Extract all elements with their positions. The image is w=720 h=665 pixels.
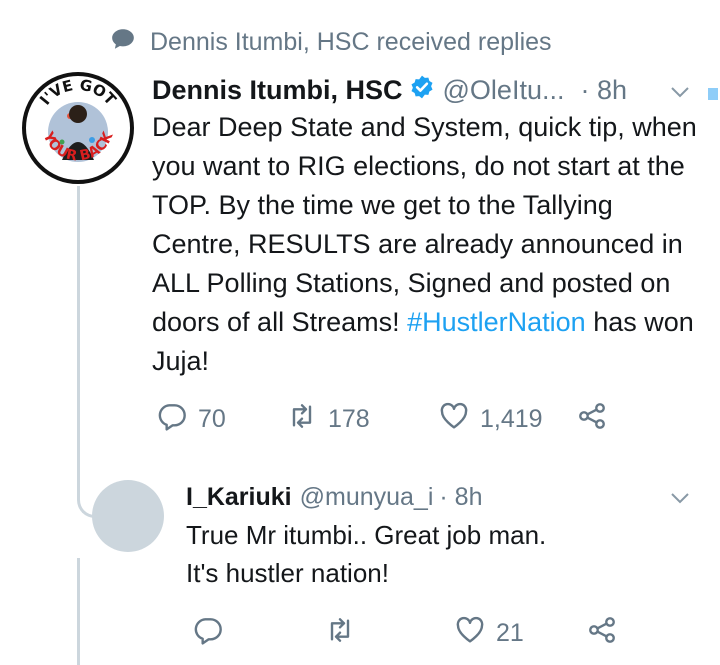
share-button[interactable] [576, 398, 608, 440]
reply-icon [156, 400, 188, 439]
chevron-down-icon[interactable] [668, 80, 692, 104]
tweet-text-body: Dear Deep State and System, quick tip, w… [152, 112, 697, 337]
like-count: 1,419 [480, 404, 543, 433]
thread-line-bottom [77, 558, 80, 665]
context-header[interactable]: Dennis Itumbi, HSC received replies [110, 24, 552, 60]
reply-text-line: True Mr itumbi.. Great job man. [186, 520, 547, 550]
retweet-button[interactable] [324, 612, 356, 654]
like-button[interactable]: 21 [454, 612, 524, 654]
like-button[interactable]: 1,419 [438, 398, 543, 440]
author-name[interactable]: Dennis Itumbi, HSC [152, 75, 403, 106]
like-count: 21 [496, 618, 524, 647]
share-button[interactable] [586, 612, 618, 654]
scroll-indicator [708, 88, 718, 100]
hashtag-link[interactable]: #HustlerNation [407, 307, 586, 337]
retweet-icon [324, 614, 356, 653]
like-icon [438, 400, 470, 439]
thread-line [77, 186, 80, 496]
author-handle[interactable]: @OleItu... [443, 75, 565, 106]
retweet-count: 178 [328, 404, 370, 433]
verified-badge-icon [403, 74, 443, 107]
retweet-icon [286, 400, 318, 439]
retweet-button[interactable]: 178 [286, 398, 370, 440]
share-icon [586, 614, 618, 653]
avatar-artwork: I'VE GOT YOUR BACK [28, 76, 128, 178]
speech-bubble-icon [110, 26, 136, 59]
reply-text-line: It's hustler nation! [186, 558, 389, 588]
tweet-text: Dear Deep State and System, quick tip, w… [152, 108, 697, 381]
reply-author-name[interactable]: I_Kariuki [186, 483, 292, 512]
share-icon [576, 400, 608, 439]
context-text: Dennis Itumbi, HSC received replies [150, 27, 552, 56]
tweet-header: Dennis Itumbi, HSC @OleItu... · 8h [152, 70, 627, 110]
reply-author-handle[interactable]: @munyua_i [300, 483, 434, 512]
reply-button[interactable] [192, 612, 224, 654]
chevron-down-icon[interactable] [668, 486, 692, 510]
tweet-time[interactable]: · 8h [580, 75, 627, 106]
reply-text: True Mr itumbi.. Great job man. It's hus… [186, 516, 636, 592]
tweet-actions: 70 178 1,419 [156, 398, 626, 440]
like-icon [454, 614, 486, 653]
reply-count: 70 [198, 404, 226, 433]
reply-icon [192, 614, 224, 653]
reply-button[interactable]: 70 [156, 398, 226, 440]
author-avatar[interactable]: I'VE GOT YOUR BACK [22, 72, 134, 184]
reply-avatar[interactable] [92, 480, 164, 552]
reply-header: I_Kariuki @munyua_i · 8h [186, 478, 482, 516]
reply-actions: 21 [186, 612, 626, 654]
reply-time[interactable]: · 8h [439, 483, 482, 512]
